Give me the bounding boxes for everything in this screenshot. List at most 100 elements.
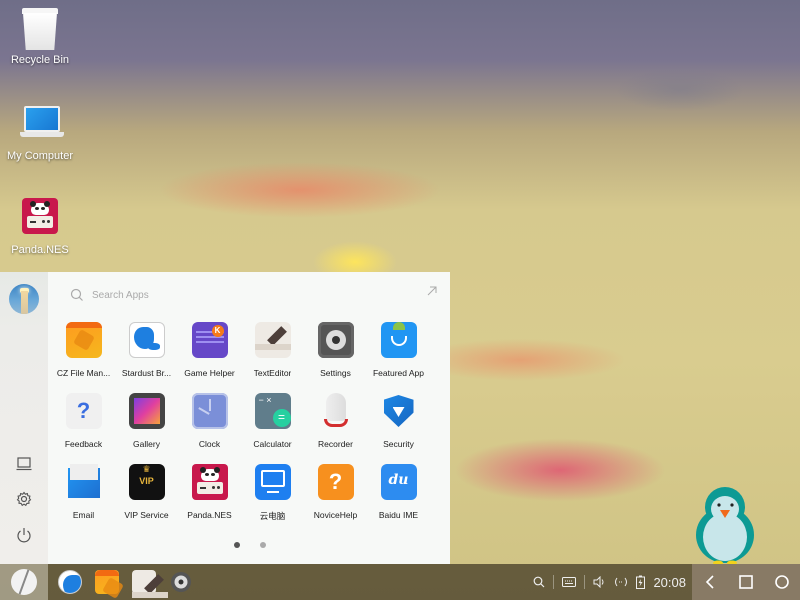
app-label: Feedback xyxy=(64,439,103,449)
stardust-browser-icon xyxy=(128,322,165,358)
app-label: Game Helper xyxy=(184,368,235,378)
app-novice-help[interactable]: NoviceHelp xyxy=(304,464,367,535)
app-email[interactable]: Email xyxy=(52,464,115,535)
recorder-icon xyxy=(318,393,354,429)
app-game-helper[interactable]: Game Helper xyxy=(178,322,241,393)
laptop-icon xyxy=(20,104,64,144)
page-indicator xyxy=(234,542,266,548)
cloud-pc-icon xyxy=(254,464,291,500)
app-recorder[interactable]: Recorder xyxy=(304,393,367,464)
search-icon xyxy=(70,288,83,301)
app-label: Gallery xyxy=(133,439,160,449)
taskbar-cz-file-manager-icon[interactable] xyxy=(95,570,119,594)
app-label: CZ File Man... xyxy=(56,368,111,378)
network-icon[interactable] xyxy=(614,577,628,587)
desktop-icon-label: My Computer xyxy=(6,150,74,162)
system-tray: 20:08 xyxy=(533,564,686,600)
expand-arrow-icon xyxy=(427,286,437,296)
recents-icon[interactable] xyxy=(739,575,753,589)
navigation-bar xyxy=(692,564,800,600)
app-featured-app[interactable]: Featured App xyxy=(367,322,430,393)
search-icon[interactable] xyxy=(533,576,545,588)
desktop-icon-panda-nes[interactable]: Panda.NES xyxy=(0,198,80,256)
featured-app-icon xyxy=(380,322,417,358)
app-calculator[interactable]: Calculator xyxy=(241,393,304,464)
app-panda-nes[interactable]: Panda.NES xyxy=(178,464,241,535)
app-label: Baidu IME xyxy=(378,510,419,520)
app-cz-file-manager[interactable]: CZ File Man... xyxy=(52,322,115,393)
app-label: Recorder xyxy=(318,439,353,449)
page-dot-2[interactable] xyxy=(260,542,266,548)
app-baidu-ime[interactable]: Baidu IME xyxy=(367,464,430,535)
vip-service-icon xyxy=(128,464,165,500)
laptop-outline-icon xyxy=(16,457,32,471)
feedback-icon xyxy=(65,393,102,429)
clock-time[interactable]: 20:08 xyxy=(653,575,686,590)
app-cloud-pc[interactable]: 云电脑 xyxy=(241,464,304,535)
taskbar: 20:08 xyxy=(0,564,800,600)
clock-icon xyxy=(191,393,228,429)
battery-charging-icon[interactable] xyxy=(636,575,646,589)
gallery-icon xyxy=(128,393,165,429)
app-security[interactable]: Security xyxy=(367,393,430,464)
user-avatar[interactable] xyxy=(9,284,39,314)
search-input[interactable] xyxy=(92,289,292,301)
app-text-editor[interactable]: TextEditor xyxy=(241,322,304,393)
app-label: Email xyxy=(72,510,95,520)
desktop-icon-label: Panda.NES xyxy=(11,244,69,256)
calculator-icon xyxy=(254,393,291,429)
recycle-bin-icon xyxy=(20,8,60,50)
power-button[interactable] xyxy=(12,523,36,547)
settings-button[interactable] xyxy=(12,487,36,511)
app-label: Panda.NES xyxy=(187,510,232,520)
novice-help-icon xyxy=(317,464,354,500)
taskbar-text-editor-icon[interactable] xyxy=(132,570,168,598)
app-label: VIP Service xyxy=(124,510,169,520)
desktop-icon-my-computer[interactable]: My Computer xyxy=(0,104,80,162)
home-icon[interactable] xyxy=(775,575,789,589)
desktop-icon-label: Recycle Bin xyxy=(10,54,70,66)
desktop-icon-recycle-bin[interactable]: Recycle Bin xyxy=(0,8,80,66)
app-gallery[interactable]: Gallery xyxy=(115,393,178,464)
app-stardust-browser[interactable]: Stardust Br... xyxy=(115,322,178,393)
taskbar-stardust-browser-icon[interactable] xyxy=(58,570,82,594)
app-drawer: CZ File Man... Stardust Br... Game Helpe… xyxy=(48,272,450,564)
start-button[interactable] xyxy=(0,564,48,600)
show-desktop-button[interactable] xyxy=(12,452,36,476)
panda-nes-icon xyxy=(20,198,60,238)
keyboard-icon[interactable] xyxy=(562,577,577,587)
settings-icon xyxy=(317,322,354,358)
app-label: Security xyxy=(383,439,414,449)
app-label: Settings xyxy=(320,368,351,378)
power-icon xyxy=(17,528,31,543)
back-icon[interactable] xyxy=(703,575,717,589)
app-vip-service[interactable]: VIP Service xyxy=(115,464,178,535)
app-settings[interactable]: Settings xyxy=(304,322,367,393)
app-clock[interactable]: Clock xyxy=(178,393,241,464)
tray-separator xyxy=(553,575,555,589)
pinned-apps xyxy=(58,570,193,598)
search-bar[interactable] xyxy=(70,286,370,304)
tray-separator xyxy=(584,575,586,589)
cz-file-manager-icon xyxy=(65,322,102,358)
expand-button[interactable] xyxy=(426,284,438,296)
penguin-assistant-icon[interactable] xyxy=(693,483,757,566)
page-dot-1[interactable] xyxy=(234,542,240,548)
start-logo-icon xyxy=(11,569,37,595)
email-icon xyxy=(66,464,102,500)
panda-nes-icon xyxy=(191,464,228,500)
gear-icon xyxy=(16,491,32,507)
taskbar-settings-icon[interactable] xyxy=(169,570,193,594)
baidu-ime-icon xyxy=(380,464,417,500)
app-label: Featured App xyxy=(372,368,425,378)
game-helper-icon xyxy=(191,322,228,358)
app-label: NoviceHelp xyxy=(313,510,358,520)
app-label: Clock xyxy=(198,439,221,449)
volume-icon[interactable] xyxy=(593,576,606,588)
app-feedback[interactable]: Feedback xyxy=(52,393,115,464)
app-label: 云电脑 xyxy=(259,511,286,521)
security-icon xyxy=(381,393,417,429)
text-editor-icon xyxy=(254,322,291,358)
app-grid: CZ File Man... Stardust Br... Game Helpe… xyxy=(52,322,448,535)
start-menu: CZ File Man... Stardust Br... Game Helpe… xyxy=(0,272,450,564)
